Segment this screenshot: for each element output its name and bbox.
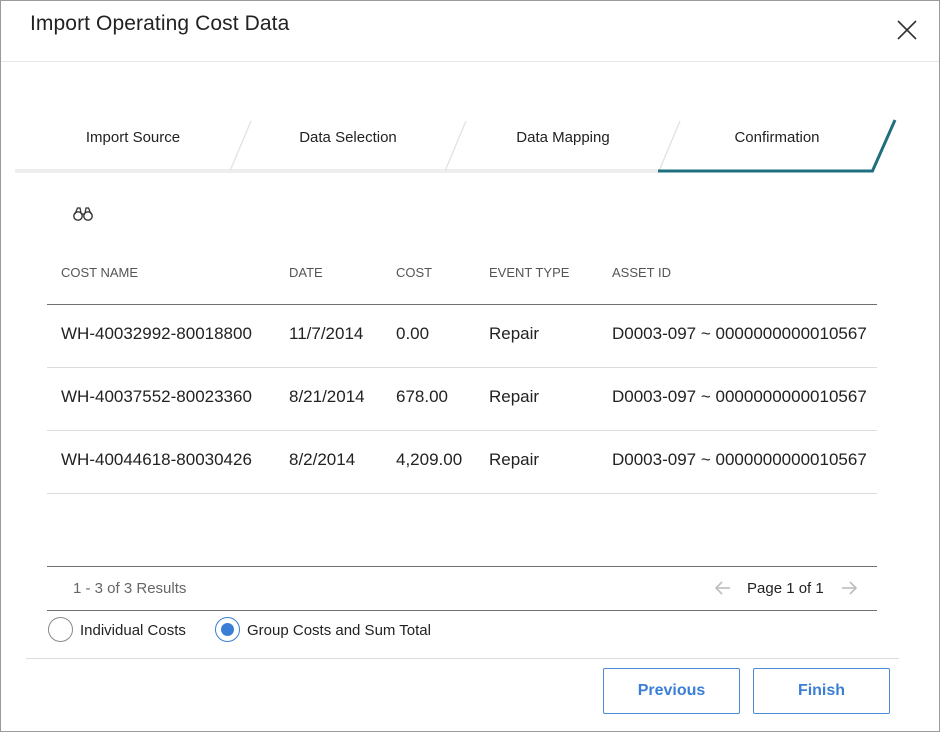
finish-button[interactable]: Finish [753, 668, 890, 714]
cell-date: 8/2/2014 [289, 450, 356, 469]
cell-asset-id: D0003-097 ~ 0000000000010567 [612, 387, 867, 406]
cell-asset-id: D0003-097 ~ 0000000000010567 [612, 324, 867, 343]
arrow-right-icon[interactable] [840, 579, 858, 597]
step-import-source[interactable]: Import Source [15, 129, 251, 146]
cell-date: 11/7/2014 [289, 324, 364, 343]
cell-cost: 0.00 [396, 324, 430, 343]
option-label: Group Costs and Sum Total [247, 622, 431, 639]
previous-button[interactable]: Previous [603, 668, 740, 714]
dialog-header: Import Operating Cost Data [1, 1, 939, 62]
col-event-type[interactable]: EVENT TYPE [489, 265, 569, 280]
cell-event-type: Repair [489, 324, 540, 343]
pagination-bar: 1 - 3 of 3 Results Page 1 of 1 [47, 566, 877, 611]
cell-event-type: Repair [489, 387, 540, 406]
option-label: Individual Costs [80, 622, 186, 639]
cell-cost: 4,209.00 [396, 450, 463, 469]
cell-date: 8/21/2014 [289, 387, 365, 406]
cell-cost-name: WH-40037552-80023360 [61, 387, 252, 406]
cell-cost-name: WH-40032992-80018800 [61, 324, 252, 343]
step-tabs-background [15, 119, 897, 173]
radio-group-costs[interactable] [215, 617, 240, 642]
step-tabs: Import Source Data Selection Data Mappin… [15, 119, 899, 175]
col-cost-name[interactable]: COST NAME [61, 265, 138, 280]
step-data-selection[interactable]: Data Selection [237, 129, 459, 146]
cell-cost-name: WH-40044618-80030426 [61, 450, 252, 469]
table-row[interactable]: WH-40032992-80018800 11/7/2014 0.00 Repa… [47, 305, 877, 368]
results-count: 1 - 3 of 3 Results [73, 580, 187, 597]
cell-cost: 678.00 [396, 387, 448, 406]
footer-divider [26, 658, 899, 659]
col-date[interactable]: DATE [289, 265, 323, 280]
table-row[interactable]: WH-40044618-80030426 8/2/2014 4,209.00 R… [47, 431, 877, 494]
arrow-left-icon[interactable] [714, 579, 732, 597]
binoculars-icon[interactable] [72, 205, 94, 223]
page-indicator: Page 1 of 1 [747, 580, 824, 597]
cost-table: COST NAME DATE COST EVENT TYPE ASSET ID … [47, 251, 877, 494]
close-icon[interactable] [894, 17, 920, 43]
cell-event-type: Repair [489, 450, 540, 469]
step-confirmation[interactable]: Confirmation [666, 129, 888, 146]
table-row[interactable]: WH-40037552-80023360 8/21/2014 678.00 Re… [47, 368, 877, 431]
col-cost[interactable]: COST [396, 265, 432, 280]
dialog-title: Import Operating Cost Data [30, 12, 290, 35]
table-header: COST NAME DATE COST EVENT TYPE ASSET ID [47, 251, 877, 305]
step-data-mapping[interactable]: Data Mapping [452, 129, 674, 146]
col-asset-id[interactable]: ASSET ID [612, 265, 671, 280]
cell-asset-id: D0003-097 ~ 0000000000010567 [612, 450, 867, 469]
import-dialog: Import Operating Cost Data Import Source… [0, 0, 940, 732]
radio-individual-costs[interactable] [48, 617, 73, 642]
